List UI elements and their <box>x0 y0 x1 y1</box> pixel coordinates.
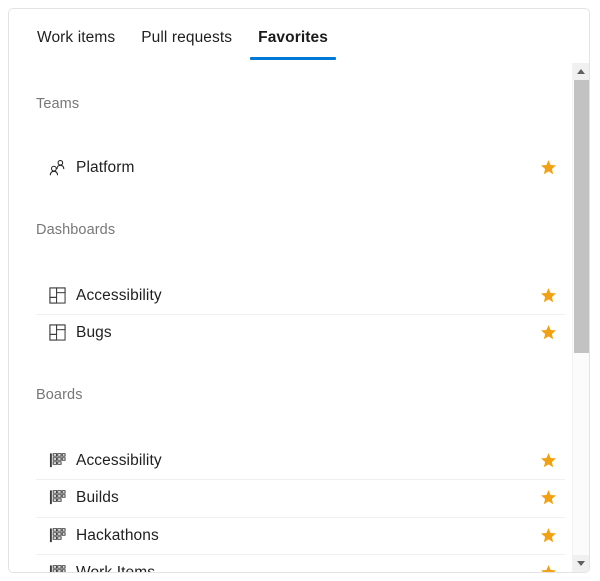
star-filled-icon[interactable] <box>537 284 559 306</box>
active-tab-indicator <box>250 57 336 60</box>
favorites-panel: Work items Pull requests Favorites Teams <box>0 0 600 581</box>
list-item-label: Accessibility <box>76 451 162 469</box>
tab-pull-requests[interactable]: Pull requests <box>133 9 240 47</box>
list-item[interactable]: Bugs <box>9 314 589 352</box>
list-item[interactable]: Accessibility <box>9 442 589 480</box>
section-rows-boards: Accessibility Builds Hackathons <box>9 442 589 572</box>
tab-bar: Work items Pull requests Favorites <box>9 9 589 63</box>
chevron-up-icon <box>577 69 585 74</box>
section-header-teams: Teams <box>36 96 80 112</box>
kanban-board-icon <box>47 488 67 508</box>
favorites-list: Teams Platform Dashboards Accessibility … <box>9 63 589 572</box>
tab-favorites[interactable]: Favorites <box>250 9 336 60</box>
list-item-label: Bugs <box>76 324 112 342</box>
star-filled-icon[interactable] <box>537 524 559 546</box>
section-header-boards: Boards <box>36 386 83 403</box>
kanban-board-icon <box>47 563 67 572</box>
section-rows-dashboards: Accessibility Bugs <box>9 277 589 352</box>
tab-label: Work items <box>37 29 116 46</box>
section-rows-teams: Platform <box>9 149 589 187</box>
tab-label: Pull requests <box>141 29 233 46</box>
list-item-label: Work Items <box>76 563 155 572</box>
favorites-card: Work items Pull requests Favorites Teams <box>8 8 590 573</box>
list-item[interactable]: Builds <box>9 479 589 517</box>
list-item-label: Platform <box>76 159 135 177</box>
people-icon <box>47 158 67 178</box>
dashboard-tiles-icon <box>47 285 67 305</box>
star-filled-icon[interactable] <box>537 157 559 179</box>
scrollbar-thumb[interactable] <box>574 80 589 353</box>
section-header-dashboards: Dashboards <box>36 221 116 238</box>
star-filled-icon[interactable] <box>537 322 559 344</box>
tab-work-items[interactable]: Work items <box>29 9 123 47</box>
chevron-down-icon <box>577 561 585 566</box>
list-item-label: Builds <box>76 489 119 507</box>
scroll-up-arrow[interactable] <box>573 63 589 80</box>
kanban-board-icon <box>47 525 67 545</box>
dashboard-tiles-icon <box>47 323 67 343</box>
star-filled-icon[interactable] <box>537 487 559 509</box>
star-filled-icon[interactable] <box>537 449 559 471</box>
list-item[interactable]: Hackathons <box>9 516 589 555</box>
list-item[interactable]: Platform <box>9 149 589 187</box>
list-item[interactable]: Work Items <box>9 554 589 572</box>
vertical-scrollbar[interactable] <box>572 63 589 572</box>
list-item[interactable]: Accessibility <box>9 277 589 315</box>
favorites-scroll-region[interactable]: Teams Platform Dashboards Accessibility … <box>9 63 589 572</box>
scroll-down-arrow[interactable] <box>573 555 589 572</box>
star-filled-icon[interactable] <box>537 562 559 572</box>
kanban-board-icon <box>47 450 67 470</box>
list-item-label: Hackathons <box>76 526 159 544</box>
tab-label: Favorites <box>258 29 328 46</box>
list-item-label: Accessibility <box>76 286 162 304</box>
